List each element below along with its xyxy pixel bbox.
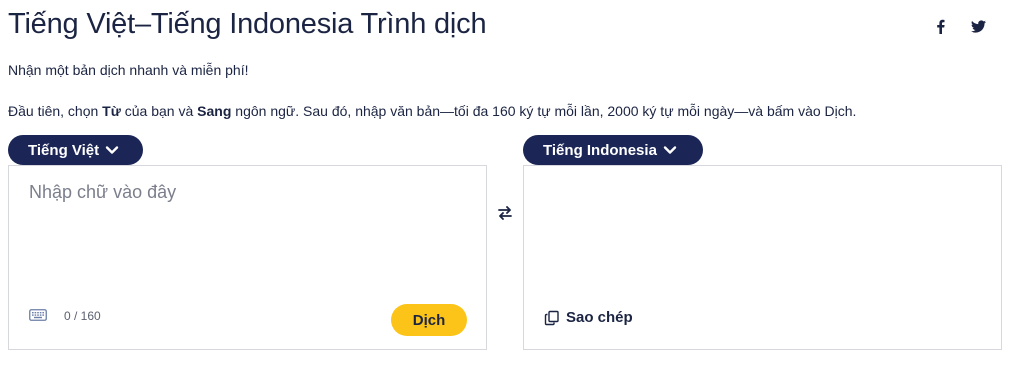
translate-button[interactable]: Dịch — [391, 304, 467, 336]
target-language-label: Tiếng Indonesia — [543, 141, 657, 159]
chevron-down-icon — [105, 145, 119, 155]
character-counter: 0 / 160 — [64, 309, 101, 323]
instructions-from-word: Từ — [102, 103, 121, 119]
copy-icon — [544, 310, 560, 326]
copy-label: Sao chép — [566, 309, 633, 326]
target-language-dropdown[interactable]: Tiếng Indonesia — [523, 135, 703, 165]
source-panel: 0 / 160 Dịch — [8, 165, 487, 350]
source-language-label: Tiếng Việt — [28, 141, 100, 159]
target-panel: Sao chép — [523, 165, 1002, 350]
subtitle: Nhận một bản dịch nhanh và miễn phí! — [8, 62, 249, 78]
source-text-input[interactable] — [9, 166, 486, 286]
swap-arrows-icon[interactable] — [497, 205, 513, 221]
instructions-text: Đầu tiên, chọn — [8, 103, 103, 119]
twitter-icon[interactable] — [970, 18, 986, 34]
instructions-to-word: Sang — [197, 103, 232, 119]
instructions: Đầu tiên, chọn Từ của bạn và Sang ngôn n… — [8, 103, 856, 119]
social-share — [932, 18, 986, 34]
keyboard-icon[interactable] — [29, 309, 47, 321]
copy-button[interactable]: Sao chép — [544, 309, 633, 326]
instructions-text: của bạn và — [120, 103, 198, 119]
source-language-dropdown[interactable]: Tiếng Việt — [8, 135, 143, 165]
instructions-text: ngôn ngữ. Sau đó, nhập văn bản—tối đa 16… — [231, 103, 857, 119]
page-title: Tiếng Việt–Tiếng Indonesia Trình dịch — [8, 8, 487, 40]
facebook-icon[interactable] — [932, 18, 948, 34]
chevron-down-icon — [663, 145, 677, 155]
